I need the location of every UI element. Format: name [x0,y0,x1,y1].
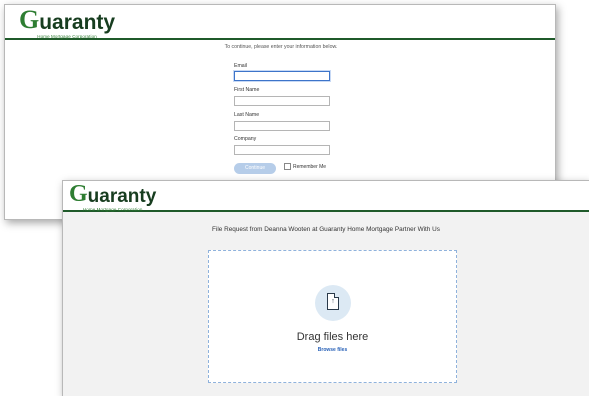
file-request-window: Guaranty Home Mortgage Corporation File … [62,180,589,396]
remember-me-checkbox[interactable] [284,163,291,170]
logo-initial: G [19,5,40,34]
header: Guaranty Home Mortgage Corporation [5,5,555,40]
drag-files-text: Drag files here [296,331,369,343]
first-name-label: First Name [234,87,260,93]
email-field[interactable] [234,71,330,81]
continue-button[interactable]: Continue [234,163,276,174]
logo-word: uaranty [87,186,157,207]
email-label: Email [234,63,247,69]
logo-word: uaranty [39,11,116,34]
file-request-body: File Request from Deanna Wooten at Guara… [63,212,589,396]
first-name-field[interactable] [234,96,330,106]
file-request-title: File Request from Deanna Wooten at Guara… [212,226,440,233]
company-label: Company [234,136,257,142]
logo-tagline: Home Mortgage Corporation [37,34,97,39]
file-drop-zone[interactable]: ↑ Drag files here Browse files [208,250,457,383]
remember-me-label: Remember Me [293,163,327,170]
upload-file-icon: ↑ [315,285,351,321]
upload-arrow-icon: ↑ [331,298,335,305]
remember-me[interactable]: Remember Me [284,163,326,170]
logo-initial: G [69,181,88,207]
header: Guaranty Home Mortgage Corporation [63,181,589,212]
form-instructions: To continue, please enter your informati… [224,44,338,50]
last-name-label: Last Name [234,112,260,118]
guaranty-logo: Guaranty Home Mortgage Corporation [19,5,116,40]
guaranty-logo: Guaranty Home Mortgage Corporation [69,182,156,212]
company-field[interactable] [234,145,330,155]
file-icon: ↑ [327,293,339,310]
browse-files-link[interactable]: Browse files [209,347,456,353]
last-name-field[interactable] [234,121,330,131]
